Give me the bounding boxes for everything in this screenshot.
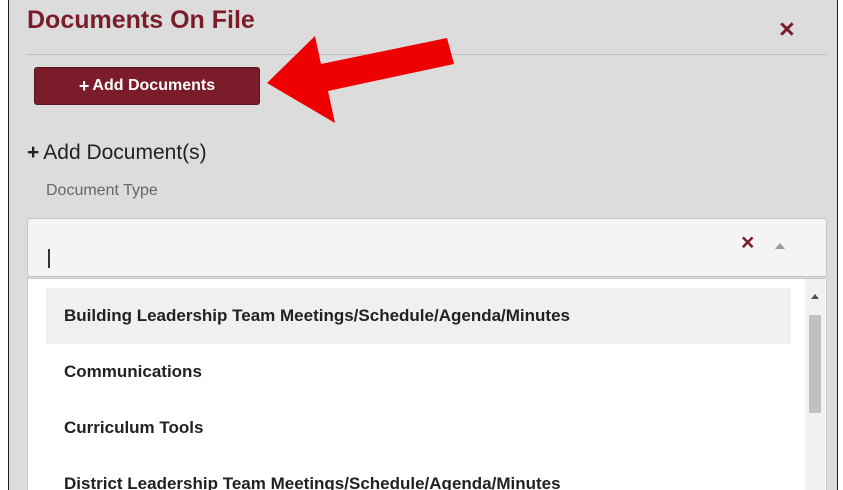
document-type-dropdown: Building Leadership Team Meetings/Schedu… (27, 278, 827, 490)
clear-icon[interactable]: × (741, 229, 754, 256)
plus-icon: + (78, 75, 90, 96)
document-type-select[interactable]: × (27, 218, 827, 277)
arrow-shape (267, 36, 454, 123)
add-documents-label: Add Documents (92, 77, 216, 94)
add-documents-heading-label: Add Document(s) (43, 141, 207, 164)
dropdown-scrollbar[interactable] (805, 279, 825, 490)
close-icon[interactable]: × (779, 14, 795, 44)
document-type-label: Document Type (46, 182, 158, 199)
scroll-thumb[interactable] (809, 315, 821, 413)
panel-title: Documents On File (27, 6, 255, 34)
add-documents-heading: + Add Document(s) (27, 141, 207, 165)
chevron-up-icon[interactable] (775, 243, 785, 249)
dropdown-option[interactable]: Communications (46, 344, 791, 400)
dropdown-option[interactable]: Building Leadership Team Meetings/Schedu… (46, 288, 791, 344)
documents-panel: Documents On File × + Add Documents + Add… (8, 0, 838, 490)
add-documents-button[interactable]: + Add Documents (34, 67, 260, 105)
red-arrow-annotation (267, 36, 454, 123)
scroll-up-icon[interactable] (811, 294, 819, 299)
dropdown-option[interactable]: District Leadership Team Meetings/Schedu… (46, 456, 791, 490)
dropdown-option[interactable]: Curriculum Tools (46, 400, 791, 456)
plus-icon: + (27, 141, 40, 164)
text-caret (48, 249, 50, 268)
